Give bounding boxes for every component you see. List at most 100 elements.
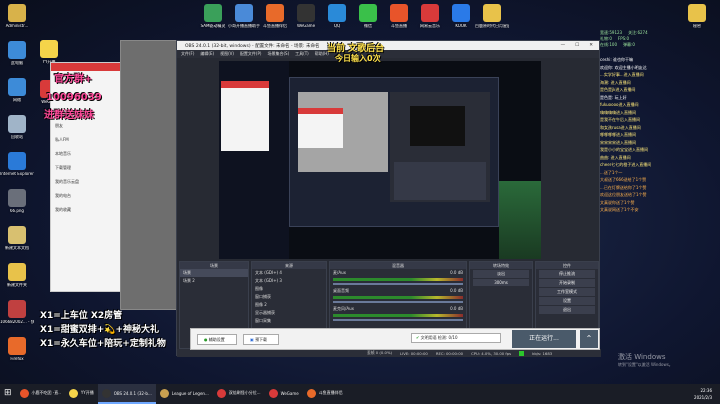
desktop-icon-label: 小哥开播直播助手 <box>228 24 260 28</box>
taskbar-item[interactable]: League of Legen... <box>156 384 213 404</box>
app-icon <box>19 388 29 398</box>
source-item[interactable]: 窗口采集 <box>252 317 326 325</box>
obs-menu-item[interactable]: 编辑(E) <box>200 51 214 57</box>
desktop-icon-left-9[interactable]: Firefox <box>0 337 34 362</box>
assistant-btn-2[interactable]: ▣ 预下载 <box>243 334 279 345</box>
app-icon <box>8 337 26 355</box>
desktop-icon-top-3[interactable]: WeGame <box>289 4 323 29</box>
desktop-icon-top-0[interactable]: SAM驱动精灵 <box>196 4 230 29</box>
control-button[interactable]: 开始录制 <box>539 279 595 287</box>
desktop-icon-left-4[interactable]: Internet Explorer <box>0 152 34 177</box>
obs-menu-item[interactable]: 文件(F) <box>181 51 194 57</box>
app-icon <box>159 388 169 398</box>
running-button[interactable]: 正在运行... <box>512 330 576 348</box>
source-item[interactable]: 文本 (GDI+) 3 <box>252 277 326 285</box>
activation-watermark: 激活 Windows 转到"设置"以激活 Windows。 <box>618 352 673 368</box>
folder-icon <box>688 4 706 22</box>
app-icon <box>297 4 315 22</box>
mixer-channel: 麦/Aux 0.0 dB <box>330 269 466 285</box>
taskbar-item[interactable]: YY开播 <box>65 384 98 404</box>
taskbar-item[interactable]: 小鹿不吃团 -直.. <box>16 384 65 404</box>
transition-duration[interactable]: 300ms <box>473 279 529 286</box>
chat-message: 欢迎你: 欢迎主播小明友达 <box>600 64 647 70</box>
volume-slider[interactable] <box>333 319 463 321</box>
obs-menu-item[interactable]: 视图(V) <box>220 51 234 57</box>
maximize-icon[interactable]: ☐ <box>575 43 579 48</box>
download-icon: ▣ <box>250 337 254 342</box>
desktop-icon-top-8[interactable]: KOOK <box>444 4 478 29</box>
obs-menu-item[interactable]: 工具(T) <box>295 51 309 57</box>
desktop-icon-top-4[interactable]: QQ <box>320 4 354 29</box>
desktop-icon-top-6[interactable]: 斗鱼直播 <box>382 4 416 29</box>
overlay-x1: X1=上车位 X2房管 <box>40 311 123 321</box>
obs-menu-item[interactable]: 场景集合(S) <box>267 51 289 57</box>
chat-message: 嗨嗨嗨嗨进入直播间 <box>600 109 636 115</box>
desktop-icon-top-2[interactable]: 斗鱼直播伴侣 <box>258 4 292 29</box>
scenes-header: 场景 <box>180 262 248 269</box>
desktop-icon-top-7[interactable]: 网易云音乐 <box>413 4 447 29</box>
desktop-icon-left-5[interactable]: 66.png <box>0 189 34 214</box>
app-icon <box>68 388 78 398</box>
promo-line-2: 10096039 <box>46 92 102 103</box>
desktop-icon-label: Administr... <box>5 24 29 28</box>
chat-message: 文真说网送了1个不安 <box>600 207 639 212</box>
volume-slider[interactable] <box>333 283 463 285</box>
chat-message: 是色是jk进入直播间 <box>600 87 636 92</box>
source-item[interactable]: 显示器捕获 <box>252 309 326 317</box>
mixer-header: 混音器 <box>330 262 466 269</box>
desktop-icon-left-6[interactable]: 新建文本文档 <box>0 226 34 251</box>
desktop-icon-left-1[interactable]: 此电脑 <box>0 41 34 66</box>
close-icon[interactable]: ✕ <box>589 43 593 48</box>
desktop-icon-secret[interactable]: 秘密 <box>680 4 714 29</box>
control-button[interactable]: 停止推流 <box>539 270 595 278</box>
source-item[interactable]: 图像 2 <box>252 301 326 309</box>
taskbar-item-label: 斗鱼直播伴侣 <box>318 390 343 395</box>
chat-message: 大叔送了666送给了1个赞 <box>600 177 647 182</box>
taskbar-item-label: OBS 24.0.1 (32-b... <box>113 390 152 396</box>
chat-message: 是色是: 玩上好 <box>600 94 627 100</box>
source-item[interactable]: 文本 (GDI+) 4 <box>252 269 326 277</box>
desktop-icon-left-2[interactable]: 网络 <box>0 78 34 103</box>
desktop-icon-left-3[interactable]: 回收站 <box>0 115 34 140</box>
control-button[interactable]: 工作室模式 <box>539 288 595 296</box>
source-item[interactable]: 图像 <box>252 285 326 293</box>
assistant-btn-1[interactable]: ● 辅助设置 <box>197 334 237 345</box>
desktop-icon-left-0[interactable]: Administr... <box>0 4 34 29</box>
taskbar-item[interactable]: OBS 24.0.1 (32-b... <box>97 384 156 404</box>
taskbar-clock[interactable]: 22:36 2021/2/3 <box>694 387 720 401</box>
desktop-icon-top-9[interactable]: 白鹿原时代日月星辰 <box>475 4 509 29</box>
source-item[interactable]: 窗口捕获 <box>252 293 326 301</box>
desktop-icon-left-7[interactable]: 新建文件夹 <box>0 263 34 288</box>
desktop-icon-top-1[interactable]: 小哥开播直播助手 <box>227 4 261 29</box>
control-button[interactable]: 退出 <box>539 306 595 314</box>
app-icon <box>390 4 408 22</box>
windows-icon: ⊞ <box>4 388 12 398</box>
start-button[interactable]: ⊞ <box>0 384 16 404</box>
mixer-channel-name: 麦克风/Aux <box>333 306 354 311</box>
dialog-expand-button[interactable]: ⌃ <box>580 330 598 348</box>
taskbar-item[interactable]: WeGame <box>265 384 303 404</box>
control-button[interactable]: 设置 <box>539 297 595 305</box>
volume-slider[interactable] <box>333 301 463 303</box>
text-check[interactable]: ✔ 文明用语 检测: 0/10 <box>411 333 501 343</box>
transition-select[interactable]: 淡出 <box>473 270 529 278</box>
obs-preview[interactable] <box>219 61 541 259</box>
desktop-icon-second-0[interactable]: YY开播 <box>32 40 66 65</box>
taskbar-item[interactable]: 斗鱼直播伴侣 <box>303 384 347 404</box>
watermark-line-2: 转到"设置"以激活 Windows。 <box>618 362 673 367</box>
chat-message: 是我不在午后入直播间 <box>600 117 640 122</box>
status-kbps: kb/s: 1683 <box>532 350 553 356</box>
minimize-icon[interactable]: — <box>561 43 566 48</box>
mixer-channel-name: 麦/Aux <box>333 270 346 275</box>
obs-menu-item[interactable]: 配置文件(P) <box>240 51 262 57</box>
scene-item[interactable]: 场景 2 <box>180 277 248 285</box>
clock-date: 2021/2/3 <box>694 395 712 400</box>
desktop-icon-top-5[interactable]: 微信 <box>351 4 385 29</box>
mixer-channel: 桌面音频 0.0 dB <box>330 287 466 303</box>
desktop-icon-left-8[interactable]: 106682002... - 快捷方式 <box>0 300 34 325</box>
taskbar-item[interactable]: 双倍刷怪小分位... <box>213 384 265 404</box>
app-icon <box>306 388 316 398</box>
controls-header: 控件 <box>536 262 598 269</box>
app-icon <box>204 4 222 22</box>
scene-item[interactable]: 场景 <box>180 269 248 277</box>
